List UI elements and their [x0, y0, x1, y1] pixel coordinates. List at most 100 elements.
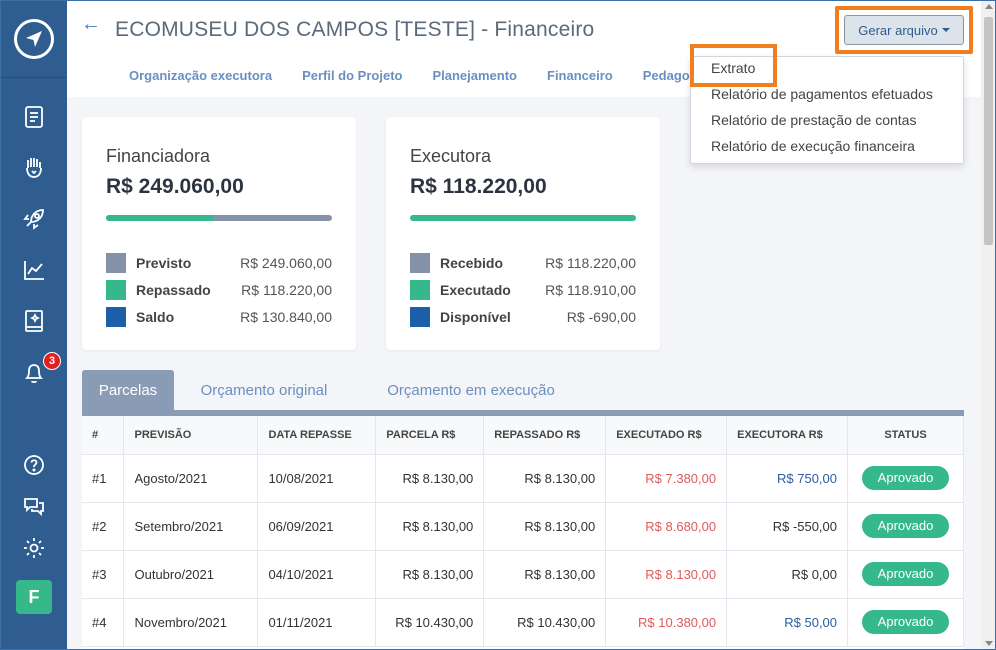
legend-swatch [106, 253, 126, 273]
chart-line-icon[interactable] [19, 255, 49, 285]
legend-swatch [106, 280, 126, 300]
menu-item-prestacao[interactable]: Relatório de prestação de contas [711, 112, 916, 128]
cell-previsao: Agosto/2021 [123, 454, 259, 503]
book-icon[interactable] [19, 306, 49, 336]
legend-swatch [106, 307, 126, 327]
generate-file-button[interactable]: Gerar arquivo [844, 15, 964, 45]
legend-row: Recebido R$ 118.220,00 [410, 253, 636, 273]
legend-label: Recebido [440, 255, 504, 271]
legend-value: R$ 118.220,00 [241, 282, 332, 298]
sidebar-divider [1, 77, 67, 78]
progress-bar [106, 215, 332, 221]
legend-label: Disponível [440, 309, 511, 325]
table-row[interactable]: #2 Setembro/2021 06/09/2021 R$ 8.130,00 … [82, 502, 964, 551]
legend-row: Executado R$ 118.910,00 [410, 280, 636, 300]
page-title: ECOMUSEU DOS CAMPOS [TESTE] - Financeiro [115, 18, 595, 41]
progress-bar [410, 215, 636, 221]
cell-executora: R$ 50,00 [726, 598, 849, 647]
legend-row: Disponível R$ -690,00 [410, 307, 636, 327]
card-value: R$ 118.220,00 [410, 175, 547, 198]
settings-icon[interactable] [19, 533, 49, 563]
legend-swatch [410, 280, 430, 300]
scroll-down-icon[interactable] [985, 641, 993, 646]
scrollbar-thumb[interactable] [984, 17, 993, 245]
cell-previsao: Novembro/2021 [123, 598, 259, 647]
document-icon[interactable] [19, 102, 49, 132]
caret-down-icon [941, 28, 950, 32]
card-title: Executora [410, 146, 492, 166]
executora-card: Executora R$ 118.220,00 Recebido R$ 118.… [386, 117, 660, 350]
cell-parcela: R$ 8.130,00 [375, 502, 485, 551]
section-nav: Organização executora Perfil do Projeto … [129, 68, 720, 83]
tab-orcamento-execucao[interactable]: Orçamento em execução [368, 370, 574, 411]
progress-fill [106, 215, 213, 221]
nav-item-pedagogico[interactable]: Pedago [643, 68, 690, 83]
legend-label: Executado [440, 282, 511, 298]
column-header: PARCELA R$ [375, 416, 485, 455]
cell-parcela: R$ 10.430,00 [375, 598, 485, 647]
legend-label: Previsto [136, 255, 192, 271]
legend-value: R$ 118.220,00 [545, 255, 636, 271]
cell-executora: R$ 750,00 [726, 454, 849, 503]
status-badge: Aprovado [862, 514, 949, 538]
cell-executado: R$ 8.130,00 [605, 550, 728, 599]
chat-icon[interactable] [19, 491, 49, 521]
cell-status: Aprovado [847, 598, 964, 647]
card-value: R$ 249.060,00 [106, 175, 244, 198]
cell-parcela: R$ 8.130,00 [375, 454, 485, 503]
legend-value: R$ -690,00 [566, 309, 636, 325]
cell-repassado: R$ 8.130,00 [483, 550, 607, 599]
cell-previsao: Setembro/2021 [123, 502, 259, 551]
cell-data-repasse: 06/09/2021 [257, 502, 377, 551]
table-row[interactable]: #1 Agosto/2021 10/08/2021 R$ 8.130,00 R$… [82, 454, 964, 503]
vertical-scrollbar[interactable] [981, 1, 995, 649]
cell-status: Aprovado [847, 454, 964, 503]
status-badge: Aprovado [862, 562, 949, 586]
nav-item-perfil[interactable]: Perfil do Projeto [302, 68, 402, 83]
cell-executado: R$ 10.380,00 [605, 598, 728, 647]
table-header-row: # PREVISÃO DATA REPASSE PARCELA R$ REPAS… [82, 416, 964, 455]
tab-orcamento-original[interactable]: Orçamento original [188, 370, 340, 411]
legend-label: Saldo [136, 309, 175, 325]
status-badge: Aprovado [862, 610, 949, 634]
nav-item-planejamento[interactable]: Planejamento [432, 68, 517, 83]
scroll-up-icon[interactable] [985, 4, 993, 9]
menu-item-pagamentos[interactable]: Relatório de pagamentos efetuados [711, 86, 933, 102]
progress-fill [410, 215, 636, 221]
column-header: DATA REPASSE [257, 416, 377, 455]
nav-item-organizacao[interactable]: Organização executora [129, 68, 272, 83]
rocket-icon[interactable] [19, 204, 49, 234]
legend-row: Repassado R$ 118.220,00 [106, 280, 332, 300]
cell-data-repasse: 04/10/2021 [257, 550, 377, 599]
column-header: REPASSADO R$ [483, 416, 607, 455]
cell-repassado: R$ 8.130,00 [483, 454, 607, 503]
row-index: #2 [82, 502, 125, 551]
row-index: #4 [82, 598, 125, 647]
column-header: STATUS [847, 416, 964, 455]
table-row[interactable]: #4 Novembro/2021 01/11/2021 R$ 10.430,00… [82, 598, 964, 647]
hand-heart-icon[interactable] [19, 152, 49, 182]
cell-executado: R$ 7.380,00 [605, 454, 728, 503]
column-header: EXECUTORA R$ [726, 416, 849, 455]
user-avatar[interactable]: F [16, 580, 52, 614]
column-header: PREVISÃO [123, 416, 259, 455]
legend-row: Previsto R$ 249.060,00 [106, 253, 332, 273]
app-window: 3 F ← ECOMUSEU DOS CAMPOS [TESTE] - Fina… [0, 0, 996, 650]
cell-status: Aprovado [847, 502, 964, 551]
column-header: EXECUTADO R$ [605, 416, 728, 455]
arrow-left-icon[interactable]: ← [81, 13, 101, 36]
row-index: #1 [82, 454, 125, 503]
nav-item-financeiro[interactable]: Financeiro [547, 68, 613, 83]
tab-parcelas[interactable]: Parcelas [82, 370, 174, 411]
table-row[interactable]: #3 Outubro/2021 04/10/2021 R$ 8.130,00 R… [82, 550, 964, 599]
cell-data-repasse: 01/11/2021 [257, 598, 377, 647]
row-index: #3 [82, 550, 125, 599]
cell-parcela: R$ 8.130,00 [375, 550, 485, 599]
menu-item-execucao[interactable]: Relatório de execução financeira [711, 138, 915, 154]
financiadora-card: Financiadora R$ 249.060,00 Previsto R$ 2… [82, 117, 356, 350]
legend-label: Repassado [136, 282, 211, 298]
cell-executora: R$ 0,00 [726, 550, 849, 599]
help-icon[interactable] [19, 450, 49, 480]
logo-icon[interactable] [14, 19, 54, 59]
column-header: # [82, 416, 125, 455]
